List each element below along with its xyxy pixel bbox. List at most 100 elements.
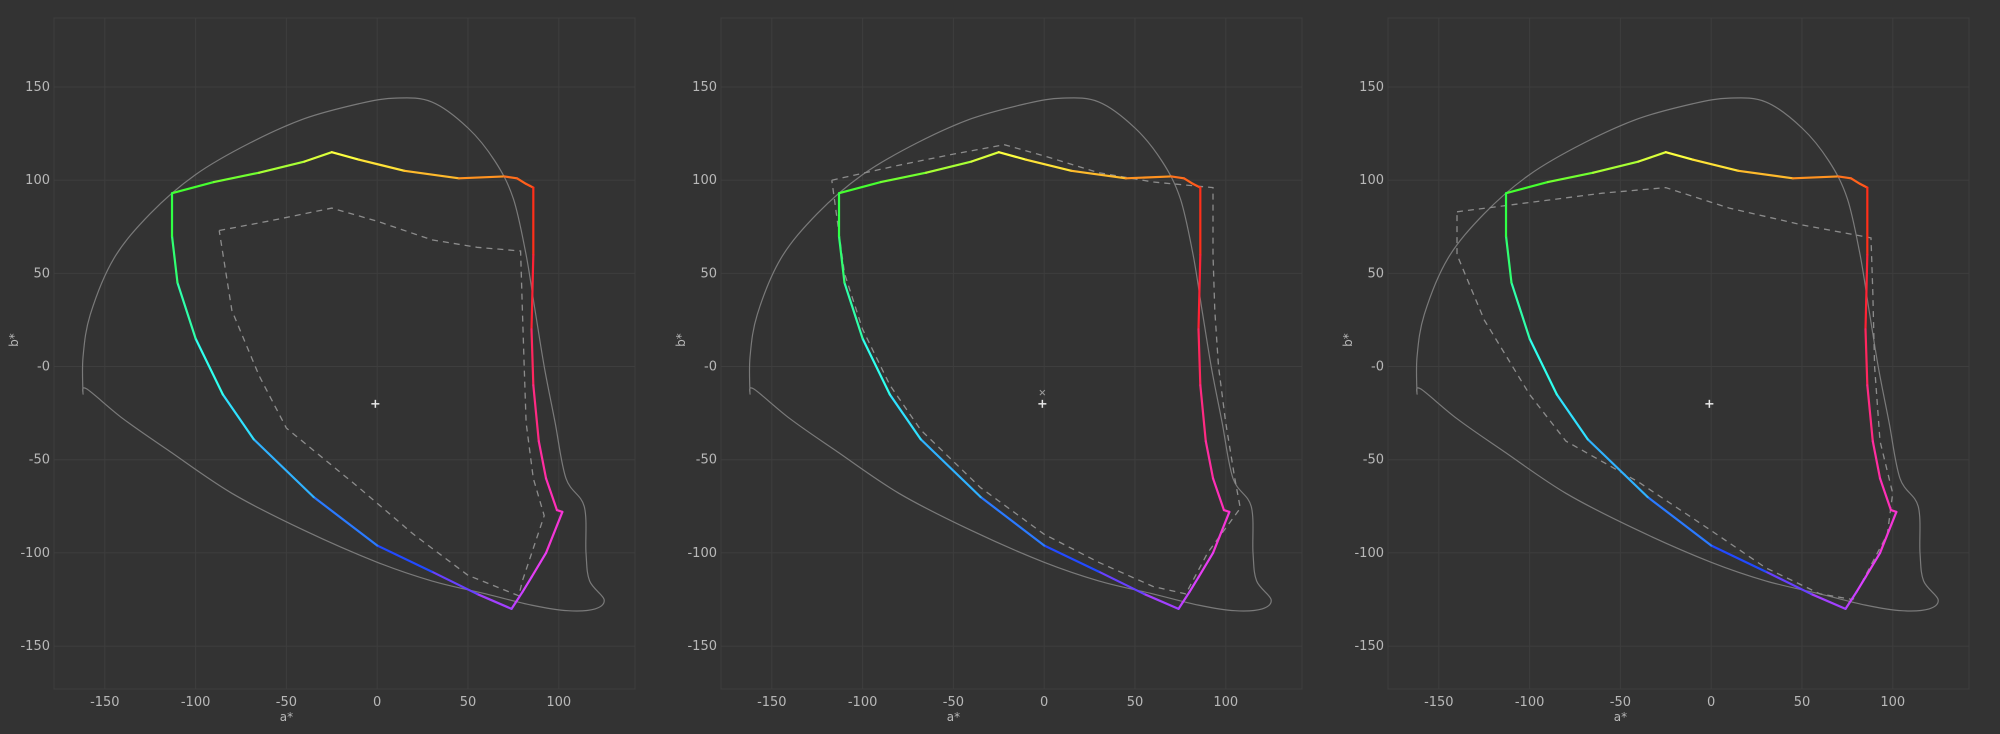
gamut-boundary-segment	[1849, 177, 1862, 185]
gamut-boundary-segment	[997, 151, 1028, 161]
gamut-boundary-segment	[1197, 328, 1202, 387]
y-tick-label: -150	[20, 639, 50, 654]
gamut-boundary-segment	[1211, 477, 1226, 512]
gamut-boundary-segment	[1878, 477, 1893, 512]
y-tick-label: 50	[33, 266, 50, 281]
gamut-boundary-segment	[1691, 158, 1740, 172]
y-tick-label: 150	[692, 80, 717, 95]
x-tick-label: 100	[1880, 695, 1905, 710]
gamut-boundary-segment	[1555, 393, 1589, 441]
white-point-marker	[1705, 399, 1714, 408]
gamut-boundary-curve	[837, 151, 1231, 610]
gamut-boundary-segment	[330, 151, 361, 161]
y-tick-label: 150	[1359, 80, 1384, 95]
gamut-boundary-segment	[1504, 234, 1513, 284]
x-tick-label: -150	[90, 695, 120, 710]
gamut-boundary-segment	[1855, 576, 1867, 594]
gamut-boundary-segment	[1646, 495, 1713, 547]
gamut-boundary-curve	[1504, 151, 1898, 610]
gamut-boundary-segment	[303, 151, 333, 163]
comparison-gamut-boundary	[831, 144, 1241, 595]
gamut-boundary-segment	[1182, 177, 1195, 185]
gamut-boundary-segment	[843, 281, 864, 340]
gamut-boundary-segment	[503, 175, 519, 180]
x-tick-label: -150	[757, 695, 787, 710]
y-tick-label: 50	[700, 266, 717, 281]
gamut-boundary-segment	[919, 438, 982, 499]
x-tick-label: -100	[1515, 695, 1545, 710]
gamut-boundary-segment	[1199, 384, 1207, 443]
gamut-plot-panel-3: -150 -100 -50 0 50 100 150 100 50 -0 -50 -100 -150 a*…	[1341, 17, 1970, 724]
gamut-boundary-segment	[252, 438, 315, 499]
y-tick-label: -100	[1354, 546, 1384, 561]
x-tick-label: 100	[1213, 695, 1238, 710]
y-tick-label: 150	[25, 80, 50, 95]
gamut-boundary-segment	[530, 253, 535, 331]
x-tick-label: 0	[373, 695, 381, 710]
gamut-boundary-segment	[258, 160, 306, 174]
spectral-locus-curve	[81, 97, 605, 612]
y-axis-title: b*	[1341, 333, 1355, 347]
gamut-boundary-segment	[221, 393, 255, 441]
comparison-gamut-boundary	[1456, 186, 1894, 601]
gamut-boundary-segment	[1170, 175, 1186, 180]
x-tick-label: -100	[848, 695, 878, 710]
gamut-boundary-segment	[888, 393, 922, 441]
y-tick-label: -50	[29, 453, 50, 468]
x-tick-label: 50	[1127, 695, 1144, 710]
gamut-plot-panel-1: -150 -100 -50 0 50 100 150 100 50 -0 -50 -100 -150 a*…	[7, 17, 636, 724]
x-axis-title: a*	[1614, 710, 1627, 724]
gamut-boundary-segment	[837, 234, 846, 284]
gamut-boundary-segment	[1791, 175, 1840, 180]
gamut-boundary-segment	[1070, 169, 1127, 180]
gamut-boundary-segment	[521, 576, 533, 594]
gamut-boundary-segment	[1592, 160, 1640, 174]
gamut-boundary-segment	[532, 384, 540, 443]
gamut-boundary-segment	[403, 169, 460, 180]
gamut-boundary-curve	[170, 151, 564, 610]
gamut-boundary-segment	[1211, 510, 1231, 555]
y-tick-label: -50	[1363, 453, 1384, 468]
gamut-boundary-segment	[1664, 151, 1695, 161]
x-tick-label: -100	[181, 695, 211, 710]
white-point-marker	[1038, 399, 1047, 408]
y-tick-label: 100	[1359, 173, 1384, 188]
x-tick-label: -50	[943, 695, 964, 710]
gamut-boundary-segment	[979, 495, 1046, 547]
gamut-plot-panel-2: -150 -100 -50 0 50 100 150 100 50 -0 -50 -100 -150 a*…	[674, 17, 1303, 724]
x-tick-label: 0	[1040, 695, 1048, 710]
y-axis-title: b*	[674, 333, 688, 347]
gamut-boundary-segment	[1864, 551, 1882, 579]
gamut-boundary-segment	[1510, 281, 1531, 340]
comparison-gamut-boundary	[218, 207, 545, 597]
y-tick-label: 50	[1367, 266, 1384, 281]
gamut-boundary-segment	[170, 234, 179, 284]
y-tick-label: 100	[25, 173, 50, 188]
gamut-boundary-segment	[1837, 175, 1853, 180]
plot-frame	[720, 17, 1303, 690]
x-tick-label: 50	[1794, 695, 1811, 710]
y-tick-label: -100	[20, 546, 50, 561]
gamut-comparison-figure: -150 -100 -50 0 50 100 150 100 50 -0 -50 -100 -150 a*…	[7, 17, 1970, 724]
plot-frame	[1387, 17, 1970, 690]
y-tick-label: 100	[692, 173, 717, 188]
gamut-boundary-segment	[1024, 158, 1073, 172]
x-tick-label: -150	[1424, 695, 1454, 710]
x-tick-label: 50	[460, 695, 477, 710]
gamut-boundary-segment	[970, 151, 1000, 163]
gamut-boundary-segment	[1637, 151, 1667, 163]
gamut-boundary-segment	[1586, 438, 1649, 499]
gamut-boundary-segment	[544, 477, 559, 512]
y-tick-label: -100	[687, 546, 717, 561]
y-tick-label: -50	[696, 453, 717, 468]
gamut-boundary-segment	[1866, 384, 1874, 443]
gamut-boundary-segment	[1710, 544, 1767, 573]
gamut-boundary-segment	[1878, 510, 1898, 555]
y-tick-label: -0	[704, 360, 717, 375]
y-axis-title: b*	[7, 333, 21, 347]
plot-frame	[53, 17, 636, 690]
spectral-locus-curve	[748, 97, 1272, 612]
y-tick-label: -0	[1371, 360, 1384, 375]
gamut-boundary-segment	[176, 281, 197, 340]
gamut-boundary-segment	[925, 160, 973, 174]
